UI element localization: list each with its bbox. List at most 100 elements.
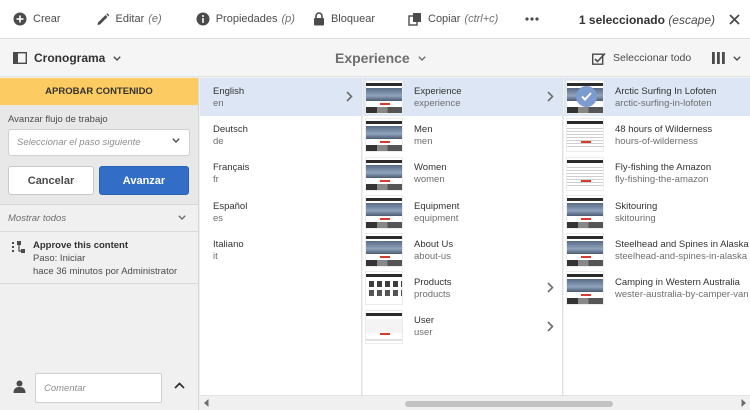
item-name: en [213, 97, 224, 109]
item-title: Camping in Western Australia [615, 277, 740, 289]
item-name: skitouring [615, 212, 656, 224]
properties-button[interactable]: Propiedades (p) [196, 0, 295, 39]
timeline-rail: APROBAR CONTENIDO Avanzar flujo de traba… [0, 78, 199, 410]
column-item-steelhead[interactable]: Steelhead and Spines in Alaska steelhead-… [564, 231, 750, 269]
selection-count-text: 1 seleccionado [578, 12, 665, 27]
item-title: Deutsch [213, 123, 248, 135]
workflow-icon [12, 241, 25, 253]
item-name: es [213, 212, 224, 224]
column-item-equipment[interactable]: Equipment equipment [363, 193, 562, 231]
more-icon [525, 17, 539, 21]
edit-label: Editar [115, 13, 145, 25]
checkbox-icon [592, 52, 606, 65]
column-item-fly-fishing[interactable]: Fly-fishing the Amazon fly-fishing-the-am… [564, 155, 750, 193]
edit-button[interactable]: Editar (e) [96, 0, 162, 39]
timeline-event[interactable]: Approve this content Paso: Iniciar hace … [0, 232, 198, 284]
show-all-filter[interactable]: Mostrar todos [0, 205, 198, 232]
column-item-experience[interactable]: Experience experience [363, 78, 562, 117]
page-thumbnail [365, 233, 403, 268]
select-all-label: Seleccionar todo [613, 52, 692, 64]
column-item-en[interactable]: English en [200, 78, 361, 117]
column-item-women[interactable]: Women women [363, 155, 562, 193]
column-item-fr[interactable]: Français fr [200, 155, 361, 193]
scroll-left-icon[interactable] [204, 399, 209, 407]
selected-check-icon[interactable] [576, 86, 597, 107]
user-icon [13, 380, 26, 393]
rail-switcher-label: Cronograma [34, 51, 106, 65]
item-title: 48 hours of Wilderness [615, 123, 713, 135]
item-title: Experience [414, 85, 462, 97]
chevron-right-icon[interactable] [547, 282, 554, 294]
item-title: Español [213, 200, 248, 212]
selection-escape-hint: (escape) [668, 12, 715, 27]
item-title: Skitouring [615, 200, 658, 212]
column-item-es[interactable]: Español es [200, 193, 361, 231]
item-title: Fly-fishing the Amazon [615, 162, 712, 174]
properties-shortcut: (p) [281, 13, 295, 25]
column-item-it[interactable]: Italiano it [200, 231, 361, 269]
item-title: Products [414, 277, 452, 289]
column-item-skitouring[interactable]: Skitouring skitouring [564, 193, 750, 231]
item-name: arctic-surfing-in-lofoten [615, 97, 712, 109]
item-name: fly-fishing-the-amazon [615, 174, 709, 186]
item-name: about-us [414, 250, 451, 262]
advance-button[interactable]: Avanzar [99, 166, 189, 195]
lock-button[interactable]: Bloquear [313, 0, 375, 39]
rail-switcher[interactable]: Cronograma [13, 39, 122, 77]
item-name: it [213, 250, 218, 262]
breadcrumb-title[interactable]: Experience [335, 39, 426, 77]
column-item-men[interactable]: Men men [363, 116, 562, 154]
header-bar: Cronograma Experience Seleccionar todo [0, 39, 750, 77]
copy-button[interactable]: Copiar (ctrl+c) [408, 0, 498, 39]
copy-shortcut: (ctrl+c) [464, 13, 499, 25]
item-title: Arctic Surfing In Lofoten [615, 85, 717, 97]
column-item-about-us[interactable]: About Us about-us [363, 231, 562, 269]
item-name: de [213, 135, 224, 147]
edit-shortcut: (e) [148, 13, 162, 25]
column-languages: English en Deutsch de Français fr Español es… [200, 78, 362, 395]
next-step-select[interactable]: Seleccionar el paso siguiente [8, 129, 190, 156]
page-thumbnail [365, 194, 403, 229]
rail-toggle-icon [13, 52, 27, 64]
column-item-products[interactable]: Products products [363, 269, 562, 307]
comment-input[interactable]: Comentar [35, 373, 162, 403]
cancel-button[interactable]: Cancelar [8, 166, 94, 195]
item-title: About Us [414, 238, 454, 250]
chevron-down-icon [113, 55, 122, 61]
close-selection-button[interactable] [729, 14, 740, 25]
copy-label: Copiar [428, 13, 461, 25]
column-item-camping[interactable]: Camping in Western Australia wester-austr… [564, 269, 750, 307]
column-item-48-hours[interactable]: 48 hours of Wilderness hours-of-wildernes… [564, 116, 750, 154]
chevron-up-icon[interactable] [174, 382, 185, 389]
comment-bar: Comentar [0, 372, 199, 410]
scroll-right-icon[interactable] [741, 399, 746, 407]
item-name: men [414, 135, 433, 147]
item-title: Français [213, 162, 250, 174]
more-actions-button[interactable] [525, 0, 539, 39]
scrollbar-thumb[interactable] [405, 401, 613, 407]
chevron-right-icon[interactable] [346, 91, 353, 102]
workflow-title: APROBAR CONTENIDO [0, 78, 198, 105]
item-name: hours-of-wilderness [615, 135, 698, 147]
page-thumbnail [566, 156, 604, 191]
item-name: equipment [414, 212, 459, 224]
horizontal-scrollbar[interactable] [200, 395, 750, 410]
sites-console: Crear Editar (e) Propiedades (p) Bloquea… [0, 0, 750, 410]
column-item-arctic-surfing[interactable]: Arctic Surfing In Lofoten arctic-surfing-… [564, 78, 750, 117]
selection-status: 1 seleccionado (escape) [579, 0, 740, 39]
chevron-right-icon[interactable] [547, 321, 554, 332]
comment-placeholder: Comentar [44, 382, 86, 394]
item-title: Men [414, 123, 433, 135]
item-name: user [414, 327, 433, 339]
create-button[interactable]: Crear [13, 0, 61, 39]
chevron-right-icon[interactable] [547, 91, 554, 102]
page-thumbnail [365, 309, 403, 344]
page-thumbnail [365, 271, 403, 306]
column-item-user[interactable]: User user [363, 308, 562, 346]
column-sections: Experience experience Men men Women women E… [363, 78, 563, 395]
column-item-de[interactable]: Deutsch de [200, 116, 361, 154]
select-all-button[interactable]: Seleccionar todo [592, 39, 691, 77]
chevron-down-icon [178, 215, 186, 220]
view-switcher[interactable] [712, 39, 741, 77]
item-title: Italiano [213, 238, 244, 250]
